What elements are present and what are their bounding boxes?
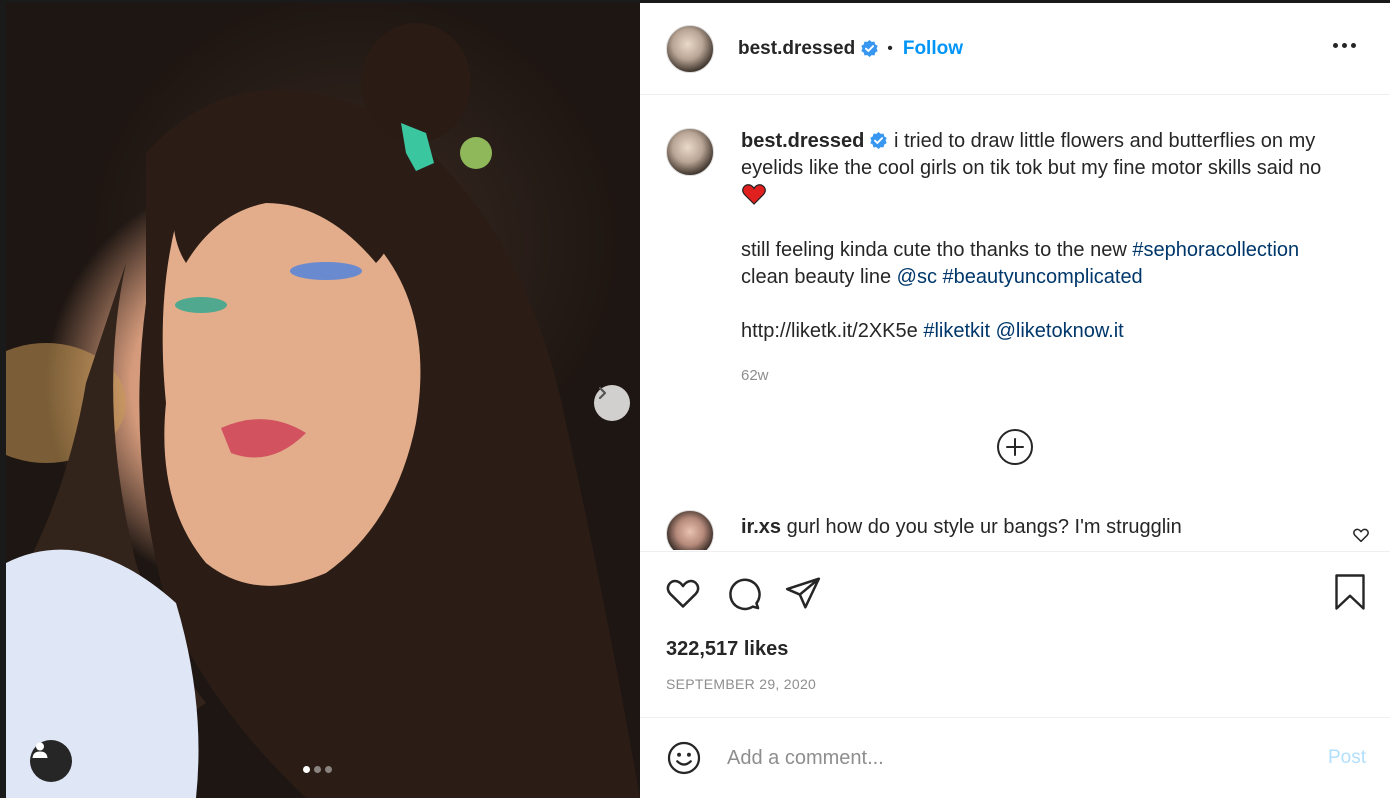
smiley-face-icon[interactable] — [666, 740, 702, 776]
caption-avatar[interactable] — [666, 128, 714, 176]
header-separator: • — [887, 39, 893, 57]
like-count[interactable]: 322,517 likes — [666, 638, 788, 661]
post-date[interactable]: SEPTEMBER 29, 2020 — [666, 676, 816, 692]
action-icon-row — [664, 574, 822, 612]
chevron-right-icon — [598, 386, 607, 400]
caption-paragraph: http://liketk.it/2XK5e #liketkit @liketo… — [741, 318, 1366, 345]
carousel-dot — [325, 766, 332, 773]
post-details-panel: best.dressed • Follow best.dressed i tri… — [640, 3, 1390, 798]
caption-paragraph: still feeling kinda cute tho thanks to t… — [741, 237, 1366, 291]
comment-bubble-icon[interactable] — [724, 574, 762, 612]
carousel-dot — [303, 766, 310, 773]
heart-icon[interactable] — [664, 574, 702, 612]
post-actions: 322,517 likes SEPTEMBER 29, 2020 — [640, 551, 1390, 717]
hashtag-link[interactable]: #beautyuncomplicated — [943, 266, 1143, 288]
carousel-indicator — [303, 766, 332, 773]
caption-url[interactable]: http://liketk.it/2XK5e — [741, 320, 918, 342]
follow-button[interactable]: Follow — [903, 38, 963, 60]
more-dot — [1333, 43, 1338, 48]
more-dot — [1351, 43, 1356, 48]
post-header: best.dressed • Follow — [640, 3, 1390, 95]
caption-body: best.dressed i tried to draw little flow… — [741, 128, 1366, 389]
caption-text: clean beauty line — [741, 266, 897, 288]
caption-paragraph: best.dressed i tried to draw little flow… — [741, 128, 1366, 210]
hashtag-link[interactable]: #sephoracollection — [1132, 239, 1299, 261]
plus-icon — [1006, 438, 1024, 456]
avatar[interactable] — [666, 24, 714, 73]
photo-illustration — [6, 23, 640, 798]
more-dot — [1342, 43, 1347, 48]
comment-like-heart-icon[interactable] — [1352, 526, 1370, 544]
load-more-comments-button[interactable] — [997, 429, 1033, 465]
post-time-ago[interactable]: 62w — [741, 362, 1366, 389]
post-author-username[interactable]: best.dressed — [738, 38, 855, 60]
comments-section[interactable]: best.dressed i tried to draw little flow… — [640, 96, 1390, 550]
post-photo[interactable] — [6, 3, 640, 798]
caption-text: still feeling kinda cute tho thanks to t… — [741, 239, 1133, 261]
tagged-people-button[interactable] — [30, 740, 72, 782]
comment-input[interactable] — [727, 746, 1287, 770]
verified-badge-icon — [870, 131, 888, 150]
post-caption: best.dressed i tried to draw little flow… — [666, 128, 1366, 389]
comment-composer: Post — [640, 717, 1390, 798]
commenter-username[interactable]: ir.xs — [741, 516, 781, 538]
paper-plane-icon[interactable] — [784, 574, 822, 612]
more-options-icon[interactable] — [1329, 39, 1360, 52]
bookmark-icon[interactable] — [1332, 572, 1368, 612]
mention-link[interactable]: @sc — [897, 266, 937, 288]
red-heart-emoji-icon — [742, 184, 766, 205]
carousel-next-button[interactable] — [594, 385, 630, 421]
carousel-dot — [314, 766, 321, 773]
comment-item: ir.xs gurl how do you style ur bangs? I'… — [666, 510, 1366, 550]
post-comment-button[interactable]: Post — [1328, 747, 1366, 769]
comment-body: ir.xs gurl how do you style ur bangs? I'… — [741, 514, 1182, 550]
hashtag-link[interactable]: #liketkit — [923, 320, 990, 342]
caption-username[interactable]: best.dressed — [741, 130, 864, 152]
person-tag-icon — [32, 742, 48, 758]
commenter-avatar[interactable] — [666, 510, 714, 550]
mention-link[interactable]: @liketoknow.it — [996, 320, 1124, 342]
verified-badge-icon — [861, 39, 878, 58]
comment-text: gurl how do you style ur bangs? I'm stru… — [786, 516, 1182, 538]
